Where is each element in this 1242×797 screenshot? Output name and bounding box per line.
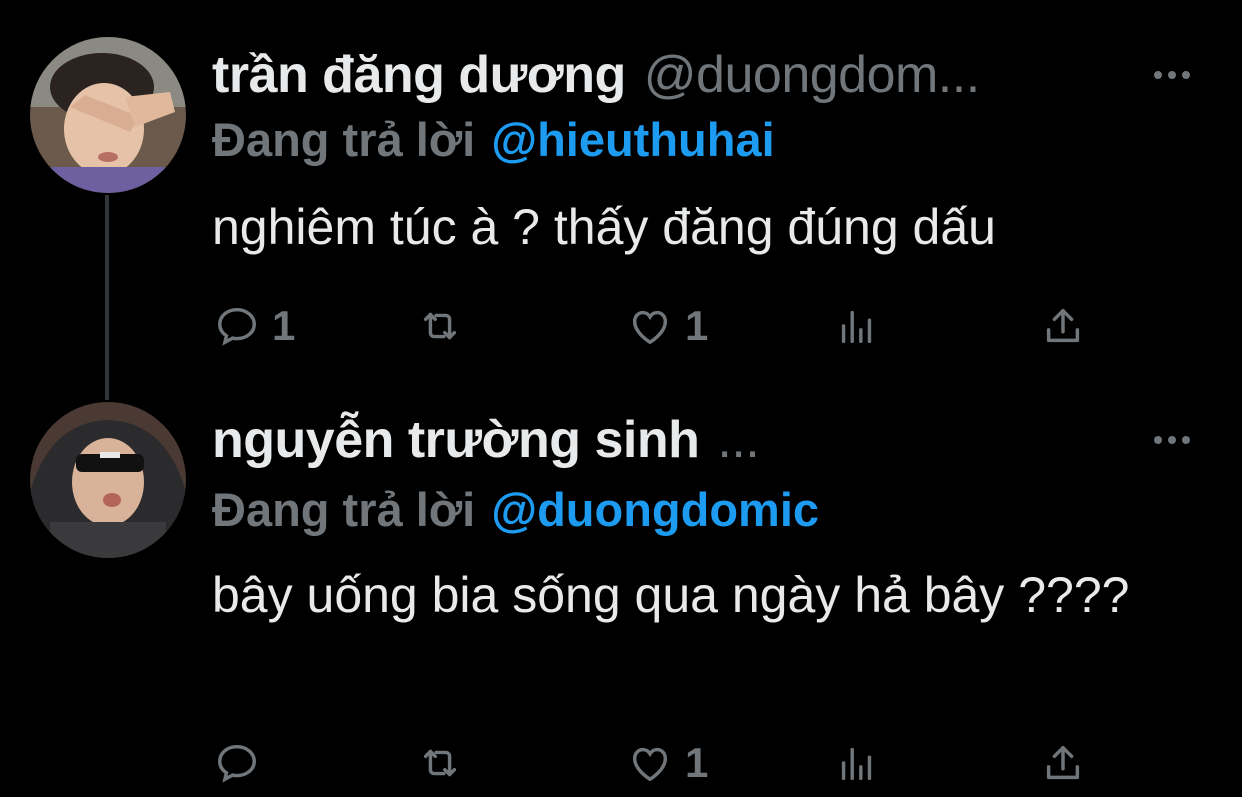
- reply-icon: [218, 307, 256, 346]
- tweet-thread: trần đăng dương @duongdom... Đang trả lờ…: [0, 0, 1242, 797]
- reply-button[interactable]: [214, 735, 272, 791]
- replying-to: Đang trả lời @duongdomic: [212, 482, 819, 537]
- replying-to-label: Đang trả lời: [212, 483, 476, 536]
- tweet-header: trần đăng dương @duongdom...: [212, 40, 1202, 110]
- retweet-icon: [423, 312, 457, 340]
- avatar-photo: [30, 402, 186, 558]
- reply-count: 1: [272, 302, 296, 349]
- user-handle[interactable]: @duongdom...: [644, 45, 980, 105]
- share-button[interactable]: [1040, 298, 1086, 354]
- reply-button[interactable]: 1: [214, 298, 295, 354]
- views-button[interactable]: [834, 735, 880, 791]
- tweet-header: nguyễn trường sinh ...: [212, 405, 1202, 475]
- avatar[interactable]: [30, 37, 186, 193]
- views-button[interactable]: [834, 298, 880, 354]
- like-count: 1: [685, 739, 709, 786]
- display-name[interactable]: nguyễn trường sinh: [212, 410, 700, 470]
- tweet[interactable]: trần đăng dương @duongdom... Đang trả lờ…: [0, 0, 1242, 380]
- tweet-actions: 1: [212, 735, 1092, 791]
- share-icon: [1046, 308, 1080, 343]
- heart-icon: [632, 747, 668, 782]
- more-icon[interactable]: [1154, 436, 1190, 444]
- more-icon[interactable]: [1154, 71, 1190, 79]
- tweet-text: bây uống bia sống qua ngày hả bây ????: [212, 567, 1130, 623]
- tweet-actions: 1 1: [212, 298, 1092, 354]
- replying-to: Đang trả lời @hieuthuhai: [212, 112, 775, 167]
- user-handle[interactable]: ...: [717, 410, 759, 470]
- avatar[interactable]: [30, 402, 186, 558]
- share-button[interactable]: [1040, 735, 1086, 791]
- retweet-button[interactable]: [417, 298, 463, 354]
- replying-to-handle[interactable]: @duongdomic: [491, 483, 819, 536]
- replying-to-handle[interactable]: @hieuthuhai: [491, 113, 774, 166]
- tweet-text: nghiêm túc à ? thấy đăng đúng dấu: [212, 199, 996, 255]
- replying-to-label: Đang trả lời: [212, 113, 476, 166]
- retweet-icon: [423, 749, 457, 777]
- share-icon: [1046, 745, 1080, 780]
- display-name[interactable]: trần đăng dương: [212, 45, 626, 105]
- reply-icon: [218, 744, 256, 783]
- like-button[interactable]: 1: [627, 735, 708, 791]
- avatar-photo: [30, 37, 186, 193]
- like-count: 1: [685, 302, 709, 349]
- tweet[interactable]: nguyễn trường sinh ... Đang trả lời @duon…: [0, 385, 1242, 797]
- retweet-button[interactable]: [417, 735, 463, 791]
- views-icon: [841, 747, 872, 781]
- views-icon: [841, 310, 872, 344]
- like-button[interactable]: 1: [627, 298, 708, 354]
- heart-icon: [632, 310, 668, 345]
